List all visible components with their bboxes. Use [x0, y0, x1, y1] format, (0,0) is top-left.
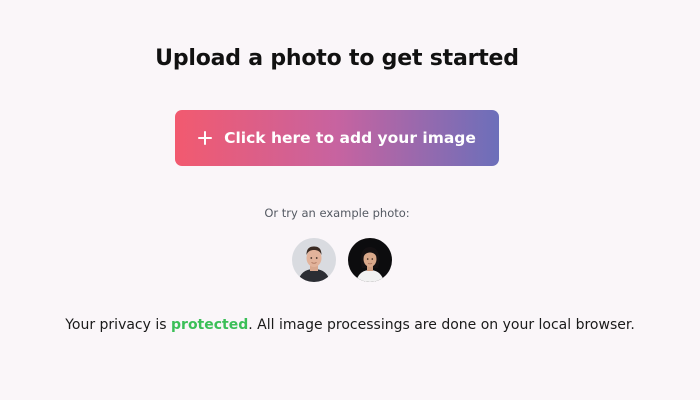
example-photo-man[interactable]	[292, 238, 336, 282]
man-portrait-image	[292, 238, 336, 282]
plus-icon	[198, 131, 213, 145]
page-title: Upload a photo to get started	[155, 46, 519, 71]
privacy-suffix: . All image processings are done on your…	[248, 317, 635, 333]
upload-page: Upload a photo to get started Click here…	[0, 0, 700, 400]
example-photo-woman[interactable]	[348, 238, 392, 282]
privacy-highlight: protected	[171, 317, 249, 333]
example-photo-prompt: Or try an example photo:	[264, 206, 410, 220]
add-image-button[interactable]: Click here to add your image	[175, 110, 499, 166]
privacy-prefix: Your privacy is	[65, 317, 172, 333]
woman-portrait-image	[348, 238, 392, 282]
example-photos	[292, 238, 402, 282]
add-image-button-label: Click here to add your image	[224, 129, 476, 147]
privacy-notice: Your privacy is protected. All image pro…	[0, 317, 700, 333]
